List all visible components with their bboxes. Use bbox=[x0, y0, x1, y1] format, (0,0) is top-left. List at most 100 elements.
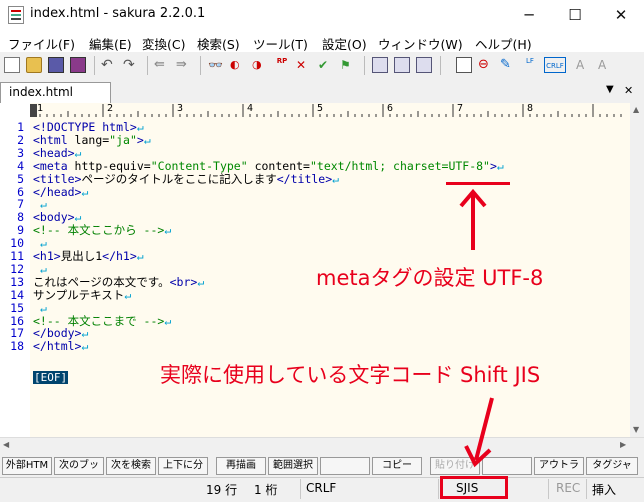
horizontal-scrollbar[interactable]: ◀ ▶ bbox=[0, 437, 644, 454]
newline-icon: ↵ bbox=[81, 326, 89, 341]
tab-close-button[interactable]: ✕ bbox=[624, 84, 633, 97]
save-icon[interactable] bbox=[48, 57, 64, 73]
close-window-button[interactable]: ✕ bbox=[598, 0, 644, 31]
code-token: </h1> bbox=[102, 249, 137, 263]
ruler-number: 7 bbox=[457, 103, 464, 114]
font-icon[interactable]: A bbox=[576, 57, 592, 73]
scroll-down-icon[interactable]: ▼ bbox=[633, 425, 639, 434]
line-number: 5 bbox=[17, 171, 24, 186]
vertical-scrollbar[interactable]: ▲ ▼ bbox=[630, 103, 644, 437]
ruler-number: 2 bbox=[107, 103, 114, 114]
search-next-icon[interactable]: ◑ bbox=[252, 57, 268, 73]
scroll-left-icon[interactable]: ◀ bbox=[3, 440, 9, 449]
menu-search[interactable]: 検索(S) bbox=[197, 34, 240, 53]
regex-icon[interactable]: RP bbox=[274, 57, 290, 73]
annotation-encoding-note: 実際に使用している文字コード Shift JIS bbox=[160, 363, 541, 387]
code-token: http-equiv= bbox=[74, 158, 151, 173]
newline-icon: ↵ bbox=[39, 236, 47, 251]
pin-icon[interactable]: ✎ bbox=[500, 57, 516, 73]
line-end-icon[interactable]: LF bbox=[522, 57, 538, 73]
minimize-button[interactable]: ─ bbox=[506, 0, 552, 31]
ruler-number: 6 bbox=[387, 103, 394, 114]
status-rec: REC bbox=[556, 481, 581, 495]
jump-back-icon[interactable]: ⇚ bbox=[154, 57, 170, 73]
bookmark-icon[interactable]: ⚑ bbox=[340, 57, 356, 73]
ruler-number: 5 bbox=[317, 103, 324, 114]
code-line: サンプルテキスト↵ bbox=[33, 288, 131, 302]
search-prev-icon[interactable]: ◐ bbox=[230, 57, 246, 73]
code-line: <!-- 本文ここから -->↵ bbox=[33, 224, 171, 237]
code-line: </html>↵ bbox=[33, 340, 88, 353]
line-number: 4 bbox=[17, 158, 24, 173]
newline-icon: ↵ bbox=[39, 197, 47, 212]
status-mode[interactable]: 挿入 bbox=[592, 481, 616, 498]
fkey-6[interactable]: 範囲選択 bbox=[268, 457, 318, 475]
fkey-8[interactable]: コピー bbox=[372, 457, 422, 475]
search-icon[interactable]: 👓 bbox=[208, 57, 224, 73]
undo-icon[interactable]: ↶ bbox=[101, 57, 117, 73]
grep-icon[interactable] bbox=[372, 57, 388, 73]
fkey-11[interactable]: アウトラ bbox=[534, 457, 584, 475]
line-number: 15 bbox=[10, 300, 24, 315]
menu-settings[interactable]: 設定(O) bbox=[322, 34, 367, 53]
status-line: 19 行 bbox=[206, 483, 238, 497]
annotation-underline bbox=[446, 182, 510, 185]
jump-forward-icon[interactable]: ⇛ bbox=[176, 57, 192, 73]
status-eol[interactable]: CRLF bbox=[306, 481, 336, 495]
menu-file[interactable]: ファイル(F) bbox=[8, 34, 75, 53]
code-token: </title> bbox=[276, 171, 333, 186]
newline-icon: ↵ bbox=[74, 145, 82, 160]
code-token: <br> bbox=[169, 274, 198, 289]
code-token: </body> bbox=[33, 326, 82, 341]
code-token: 見出し1 bbox=[60, 249, 103, 263]
scroll-right-icon[interactable]: ▶ bbox=[620, 440, 626, 449]
line-number: 18 bbox=[10, 339, 24, 354]
fkey-2[interactable]: 次のブッ bbox=[54, 457, 104, 475]
outline-icon[interactable] bbox=[416, 57, 432, 73]
fkey-3[interactable]: 次を検索 bbox=[106, 457, 156, 475]
code-token: content= bbox=[247, 158, 310, 173]
code-token: "Content-Type" bbox=[150, 158, 248, 173]
menu-convert[interactable]: 変換(C) bbox=[142, 34, 185, 53]
menu-help[interactable]: ヘルプ(H) bbox=[475, 34, 532, 53]
annotation-meta-note: metaタグの設定 UTF-8 bbox=[316, 266, 544, 290]
fkey-1[interactable]: 外部HTM bbox=[2, 457, 52, 475]
close-icon[interactable]: ⊖ bbox=[478, 57, 494, 73]
code-token: <!DOCTYPE html> bbox=[33, 120, 137, 134]
newline-icon: ↵ bbox=[164, 313, 172, 328]
fkey-12[interactable]: タグジャ bbox=[586, 457, 638, 475]
scroll-up-icon[interactable]: ▲ bbox=[633, 105, 639, 114]
fkey-5[interactable]: 再描画 bbox=[216, 457, 266, 475]
crlf-icon[interactable]: CRLF bbox=[544, 57, 566, 73]
font-size-icon[interactable]: A bbox=[598, 57, 614, 73]
replace-icon[interactable]: ✕ bbox=[296, 57, 312, 73]
maximize-button[interactable]: ☐ bbox=[552, 0, 598, 31]
newline-icon: ↵ bbox=[39, 300, 47, 315]
save-as-icon[interactable] bbox=[70, 57, 86, 73]
print-icon[interactable] bbox=[456, 57, 472, 73]
code-token: "ja" bbox=[109, 132, 137, 147]
grep-replace-icon[interactable] bbox=[394, 57, 410, 73]
tab-list-button[interactable]: ▼ bbox=[606, 84, 614, 95]
menu-window[interactable]: ウィンドウ(W) bbox=[378, 34, 463, 53]
annotation-sjis-box bbox=[440, 476, 508, 499]
newline-icon: ↵ bbox=[74, 210, 82, 225]
menu-tools[interactable]: ツール(T) bbox=[253, 34, 308, 53]
redo-icon[interactable]: ↷ bbox=[123, 57, 139, 73]
newline-icon: ↵ bbox=[143, 132, 151, 147]
newline-icon: ↵ bbox=[496, 158, 504, 173]
fkey-4[interactable]: 上下に分 bbox=[158, 457, 208, 475]
menu-edit[interactable]: 編集(E) bbox=[89, 34, 132, 53]
open-folder-icon[interactable] bbox=[26, 57, 42, 73]
app-icon[interactable] bbox=[8, 6, 24, 24]
new-file-icon[interactable] bbox=[4, 57, 20, 73]
newline-icon: ↵ bbox=[81, 184, 89, 199]
code-token: lang= bbox=[74, 132, 110, 147]
search-check-icon[interactable]: ✔ bbox=[318, 57, 334, 73]
code-token: これはページの本文です。 bbox=[33, 274, 170, 289]
tab-index-html[interactable]: index.html bbox=[0, 82, 111, 103]
newline-icon: ↵ bbox=[197, 274, 205, 289]
ruler-corner bbox=[0, 103, 30, 117]
code-token: <title> bbox=[33, 171, 82, 186]
code-token: ページのタイトルをここに記入します bbox=[81, 171, 277, 186]
